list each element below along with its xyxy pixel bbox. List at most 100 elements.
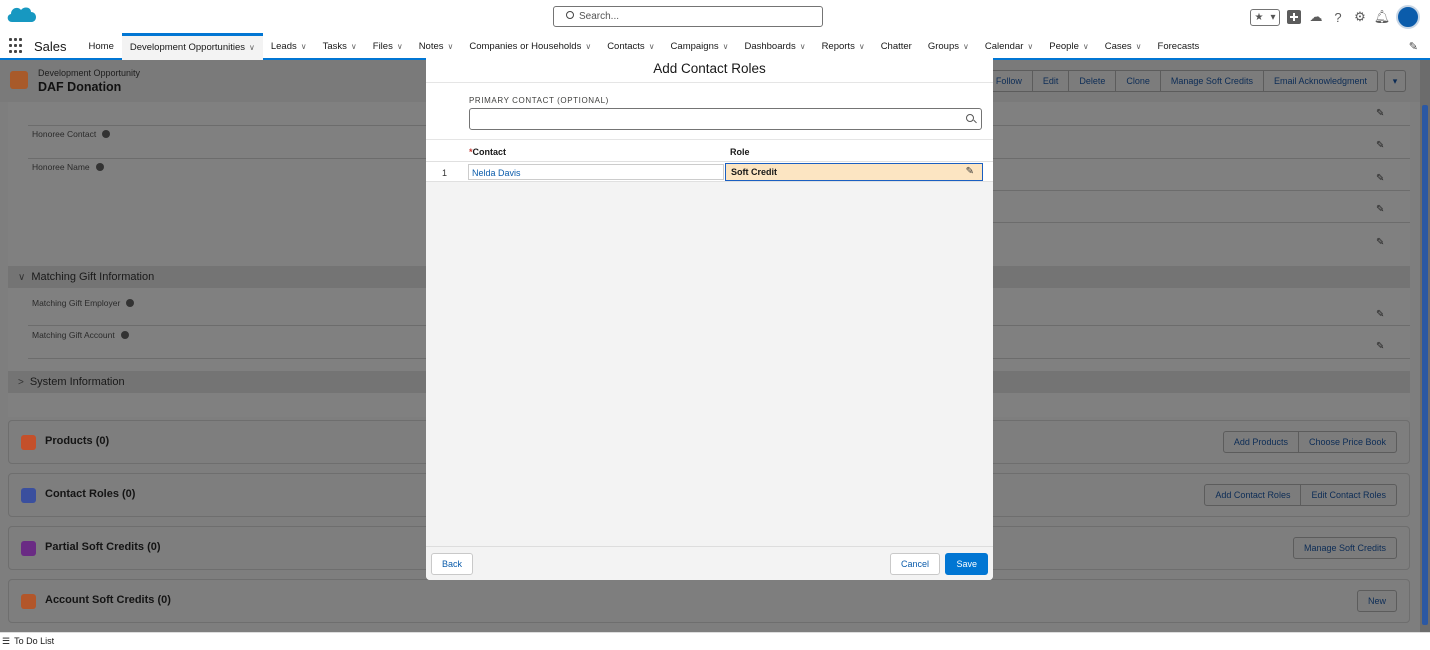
favorites-button[interactable]: ★ ▾: [1250, 8, 1280, 26]
clone-button[interactable]: Clone: [1115, 70, 1161, 92]
add-icon[interactable]: [1286, 9, 1302, 25]
info-icon[interactable]: [102, 130, 111, 138]
bell-icon[interactable]: 🔔︎: [1374, 9, 1391, 25]
edit-pencil-icon[interactable]: ✎: [1376, 173, 1384, 184]
global-header: Search... ★ ▾ ☁ ? ⚙ 🔔︎: [0, 0, 1430, 34]
edit-pencil-icon[interactable]: ✎: [1376, 237, 1384, 248]
contact-roles-title: Contact Roles (0): [45, 488, 136, 500]
record-actions: Follow Edit Delete Clone Manage Soft Cre…: [984, 70, 1406, 92]
table-row: 1 Nelda Davis Soft Credit ✎: [426, 162, 993, 182]
chevron-down-icon[interactable]: ∨: [249, 43, 255, 52]
new-button[interactable]: New: [1356, 590, 1397, 612]
nav-item-people[interactable]: People ∨: [1041, 33, 1096, 59]
gear-icon[interactable]: ⚙: [1352, 9, 1368, 25]
delete-button[interactable]: Delete: [1068, 70, 1117, 92]
chevron-down-icon[interactable]: ∨: [1027, 42, 1033, 51]
info-icon[interactable]: [95, 163, 104, 171]
global-search-input[interactable]: Search...: [553, 6, 823, 27]
edit-contact-roles-button[interactable]: Edit Contact Roles: [1300, 484, 1397, 506]
edit-pencil-icon[interactable]: ✎: [1376, 341, 1384, 352]
app-name: Sales: [34, 38, 67, 54]
chevron-down-icon[interactable]: ∨: [1083, 42, 1089, 51]
chevron-down-icon[interactable]: ∨: [723, 42, 729, 51]
app-launcher-icon[interactable]: [9, 38, 25, 54]
edit-pencil-icon[interactable]: ✎: [1376, 140, 1384, 151]
email-acknowledgment-button[interactable]: Email Acknowledgment: [1262, 70, 1378, 92]
chevron-down-icon[interactable]: ∨: [963, 42, 969, 51]
opportunity-crown-icon: [10, 71, 28, 89]
account-soft-credits-icon: [21, 594, 36, 609]
edit-pencil-icon[interactable]: ✎: [966, 166, 974, 177]
choose-price-book-button[interactable]: Choose Price Book: [1297, 431, 1397, 453]
nav-item-forecasts[interactable]: Forecasts: [1150, 33, 1208, 59]
partial-soft-credits-title: Partial Soft Credits (0): [45, 541, 161, 553]
avatar[interactable]: [1396, 5, 1420, 29]
chevron-right-icon: >: [18, 377, 24, 388]
edit-nav-icon[interactable]: ✎: [1409, 40, 1418, 53]
record-type-label: Development Opportunity: [38, 68, 141, 78]
info-icon[interactable]: [126, 299, 135, 307]
contact-roles-icon: [21, 488, 36, 503]
back-button[interactable]: Back: [431, 553, 474, 575]
add-products-button[interactable]: Add Products: [1222, 431, 1299, 453]
trailhead-icon[interactable]: ☁: [1308, 9, 1324, 25]
nav-item-leads[interactable]: Leads ∨: [263, 33, 315, 59]
account-soft-credits-title: Account Soft Credits (0): [45, 594, 171, 606]
save-button[interactable]: Save: [945, 553, 988, 575]
primary-contact-label: PRIMARY CONTACT (OPTIONAL): [469, 96, 609, 105]
search-icon: [566, 11, 574, 19]
role-cell[interactable]: Soft Credit ✎: [725, 163, 983, 181]
todo-list-icon: ☰: [2, 636, 11, 646]
salesforce-cloud-logo[interactable]: [6, 4, 38, 28]
row-number: 1: [442, 168, 448, 178]
nav-item-files[interactable]: Files ∨: [365, 33, 411, 59]
chevron-down-icon[interactable]: ∨: [800, 42, 806, 51]
cancel-button[interactable]: Cancel: [889, 553, 940, 575]
close-icon[interactable]: ✕: [979, 25, 992, 45]
record-name: DAF Donation: [38, 80, 122, 94]
add-contact-roles-button[interactable]: Add Contact Roles: [1204, 484, 1302, 506]
chevron-down-icon[interactable]: ∨: [649, 42, 655, 51]
chevron-down-icon[interactable]: ∨: [1136, 42, 1142, 51]
column-header-role: Role: [730, 147, 750, 157]
search-icon: [966, 114, 974, 122]
chevron-down-icon[interactable]: ∨: [585, 42, 591, 51]
contact-cell[interactable]: Nelda Davis: [468, 164, 724, 180]
search-placeholder: Search...: [579, 11, 620, 22]
primary-contact-section: PRIMARY CONTACT (OPTIONAL): [426, 83, 993, 140]
products-title: Products (0): [45, 435, 110, 447]
page-scrollbar[interactable]: [1420, 60, 1430, 632]
manage-soft-credits-card-button[interactable]: Manage Soft Credits: [1292, 537, 1397, 559]
primary-contact-lookup-input[interactable]: [469, 108, 982, 130]
nav-item-tasks[interactable]: Tasks ∨: [315, 33, 365, 59]
chevron-down-icon[interactable]: ∨: [397, 42, 403, 51]
more-actions-dropdown[interactable]: ▾: [1384, 70, 1406, 92]
edit-pencil-icon[interactable]: ✎: [1376, 204, 1384, 215]
field-label-honoree-contact: Honoree Contact: [32, 129, 111, 139]
todo-list-button[interactable]: To Do List: [14, 636, 54, 646]
edit-pencil-icon[interactable]: ✎: [1376, 108, 1384, 119]
modal-footer: Back Cancel Save: [426, 546, 993, 580]
favorites-dropdown-icon[interactable]: ▾: [1270, 12, 1275, 23]
products-icon: [21, 435, 36, 450]
field-label-matching-gift-account: Matching Gift Account: [32, 330, 129, 340]
edit-pencil-icon[interactable]: ✎: [1376, 309, 1384, 320]
chevron-down-icon[interactable]: ∨: [448, 42, 454, 51]
chevron-down-icon[interactable]: ∨: [859, 42, 865, 51]
nav-item-home[interactable]: Home: [81, 33, 122, 59]
chevron-down-icon[interactable]: ∨: [301, 42, 307, 51]
chevron-down-icon: ∨: [18, 272, 26, 283]
contact-roles-grid-header: *Contact Role: [426, 140, 993, 162]
field-label-matching-gift-employer: Matching Gift Employer: [32, 298, 135, 308]
edit-button[interactable]: Edit: [1031, 70, 1070, 92]
nav-item-development-opportunities[interactable]: Development Opportunities ∨: [121, 32, 263, 60]
modal-title: Add Contact Roles: [426, 53, 993, 83]
nav-item-cases[interactable]: Cases ∨: [1097, 33, 1150, 59]
column-header-contact: *Contact: [469, 147, 507, 157]
favorites-star-icon: ★: [1254, 11, 1264, 23]
chevron-down-icon[interactable]: ∨: [351, 42, 357, 51]
help-icon[interactable]: ?: [1330, 9, 1346, 25]
field-label-honoree-name: Honoree Name: [32, 162, 104, 172]
manage-soft-credits-button[interactable]: Manage Soft Credits: [1159, 70, 1264, 92]
info-icon[interactable]: [120, 331, 129, 339]
